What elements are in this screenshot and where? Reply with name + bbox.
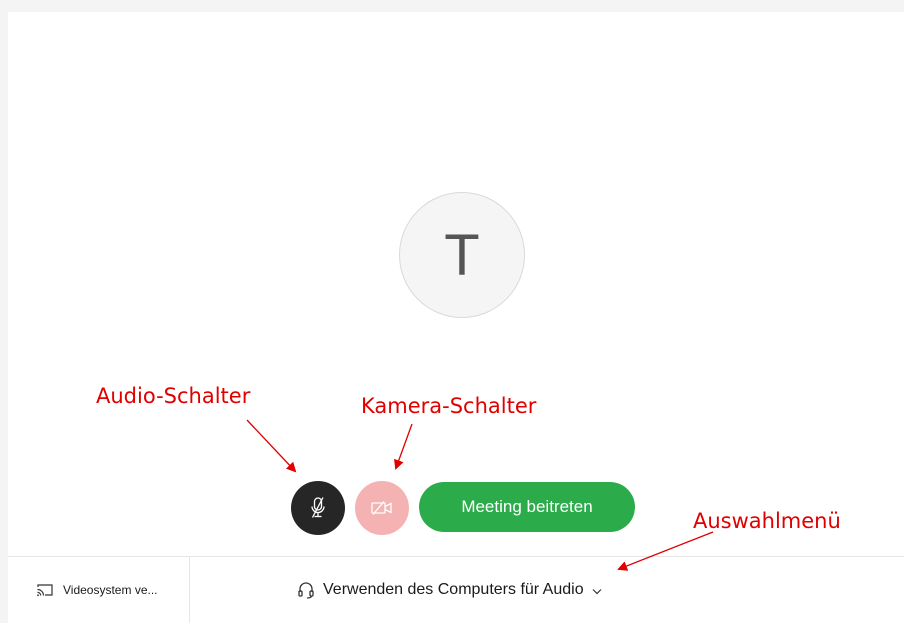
avatar: T [399, 192, 525, 318]
microphone-muted-icon [311, 497, 325, 518]
video-system-label: Videosystem ve... [63, 583, 158, 597]
annotation-audio-switch: Audio-Schalter [96, 384, 251, 408]
join-meeting-button[interactable]: Meeting beitreten [419, 482, 635, 532]
audio-connection-dropdown[interactable]: Verwenden des Computers für Audio [297, 578, 602, 602]
video-system-button[interactable]: Videosystem ve... [36, 579, 158, 601]
meeting-preview-window: T Meeting beitreten Videosystem ve... Ve… [0, 0, 904, 623]
headset-icon [298, 582, 314, 599]
mute-audio-button[interactable] [291, 481, 345, 535]
annotation-selection-menu: Auswahlmenü [693, 509, 841, 533]
audio-connection-label: Verwenden des Computers für Audio [323, 581, 584, 598]
cast-screen-icon [37, 584, 53, 597]
annotation-camera-switch: Kamera-Schalter [361, 394, 537, 418]
camera-off-icon [371, 501, 392, 515]
camera-toggle-button[interactable] [355, 481, 409, 535]
bottom-bar-divider [189, 556, 190, 623]
chevron-down-icon [592, 589, 602, 595]
